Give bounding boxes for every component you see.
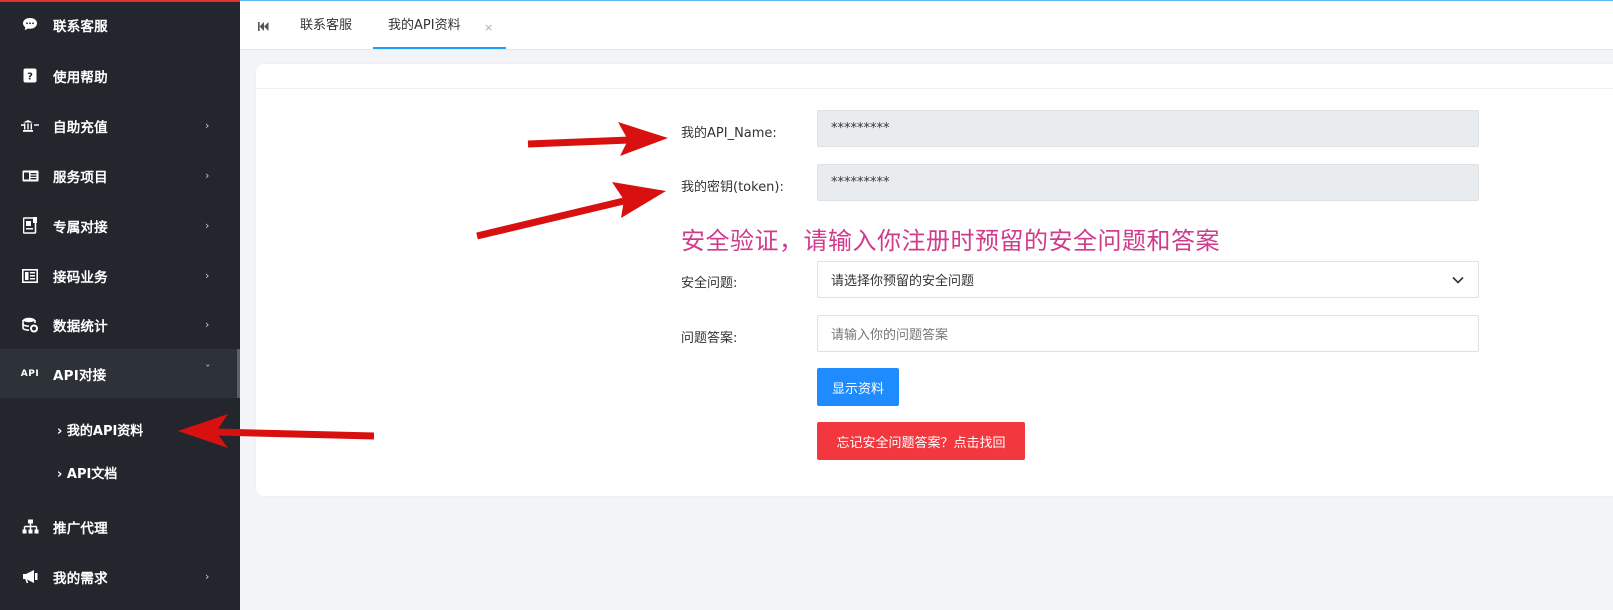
- chevron-right-icon: ›: [205, 318, 210, 331]
- answer-label: 问题答案:: [681, 331, 738, 346]
- tab-contact-support[interactable]: 联系客服: [300, 0, 352, 49]
- answer-input[interactable]: 请输入你的问题答案: [817, 315, 1479, 352]
- close-icon[interactable]: ×: [484, 21, 493, 34]
- forgot-answer-button[interactable]: 忘记安全问题答案？点击找回: [817, 422, 1025, 460]
- api-name-label: 我的API_Name:: [681, 126, 777, 141]
- sidebar-item-promotion[interactable]: 推广代理: [0, 502, 240, 551]
- sidebar-subitem-api-docs[interactable]: › API文档: [57, 463, 117, 482]
- chevron-right-icon: ›: [205, 219, 210, 232]
- sidebar-item-label: 接码业务: [53, 269, 108, 286]
- chevron-right-icon: ›: [205, 269, 210, 282]
- megaphone-icon: [21, 568, 39, 586]
- sidebar-item-help[interactable]: ? 使用帮助: [0, 51, 240, 100]
- sidebar-item-services[interactable]: 服务项目 ›: [0, 151, 240, 200]
- service-card-icon: [21, 167, 39, 185]
- sidebar-item-label: 联系客服: [53, 18, 108, 35]
- api-text-icon: API: [20, 368, 40, 379]
- token-field: *********: [817, 164, 1479, 201]
- card-header: [256, 64, 1613, 89]
- tab-bar: 联系客服 我的API资料 ×: [240, 0, 1613, 50]
- exclusive-doc-icon: [21, 217, 39, 235]
- sidebar-item-label: 我的需求: [53, 570, 108, 587]
- active-tab-underline: [373, 47, 506, 49]
- sidebar-item-statistics[interactable]: 数据统计 ›: [0, 300, 240, 349]
- chat-bubble-icon: [21, 16, 39, 34]
- sidebar-item-label: 自助充值: [53, 119, 108, 136]
- sidebar: 联系客服 ? 使用帮助 自助充值 › 服务项目 › 专属对接 › 接码业务 ›: [0, 0, 240, 610]
- sidebar-item-label: 服务项目: [53, 169, 108, 186]
- org-tree-icon: [21, 518, 39, 536]
- sidebar-item-label: 专属对接: [53, 219, 108, 236]
- security-question-select-value: 请选择你预留的安全问题: [831, 274, 975, 289]
- sms-code-icon: [21, 267, 39, 285]
- skip-back-icon[interactable]: [258, 20, 269, 35]
- active-item-indicator: [237, 349, 240, 398]
- sidebar-item-label: 使用帮助: [53, 69, 108, 86]
- sidebar-item-label: API对接: [53, 367, 107, 384]
- chevron-down-icon: [1452, 273, 1464, 288]
- security-question-label: 安全问题:: [681, 276, 738, 291]
- sidebar-item-exclusive[interactable]: 专属对接 ›: [0, 201, 240, 250]
- security-verify-heading: 安全验证，请输入你注册时预留的安全问题和答案: [681, 227, 1220, 255]
- sidebar-item-contact-support[interactable]: 联系客服: [0, 0, 240, 49]
- show-info-button[interactable]: 显示资料: [817, 368, 899, 406]
- sidebar-item-sms-code[interactable]: 接码业务 ›: [0, 251, 240, 300]
- sidebar-item-api[interactable]: API API对接 ˇ: [0, 349, 240, 398]
- token-label: 我的密钥(token):: [681, 180, 784, 195]
- chevron-right-icon: ›: [205, 570, 210, 583]
- api-name-field: *********: [817, 110, 1479, 147]
- tab-my-api-info[interactable]: 我的API资料: [388, 0, 461, 49]
- sidebar-item-label: 推广代理: [53, 520, 108, 537]
- chevron-down-icon: ˇ: [205, 363, 211, 376]
- sidebar-item-label: 数据统计: [53, 318, 108, 335]
- sidebar-subitem-my-api-info[interactable]: › 我的API资料: [57, 420, 143, 439]
- chevron-right-icon: ›: [205, 169, 210, 182]
- sidebar-item-recharge[interactable]: 自助充值 ›: [0, 101, 240, 150]
- database-coins-icon: [21, 316, 39, 334]
- bank-transfer-icon: [21, 117, 39, 135]
- help-question-icon: ?: [21, 67, 39, 85]
- chevron-right-icon: ›: [205, 119, 210, 132]
- security-question-select[interactable]: 请选择你预留的安全问题: [817, 261, 1479, 298]
- svg-text:?: ?: [27, 72, 33, 83]
- sidebar-item-my-needs[interactable]: 我的需求 ›: [0, 552, 240, 601]
